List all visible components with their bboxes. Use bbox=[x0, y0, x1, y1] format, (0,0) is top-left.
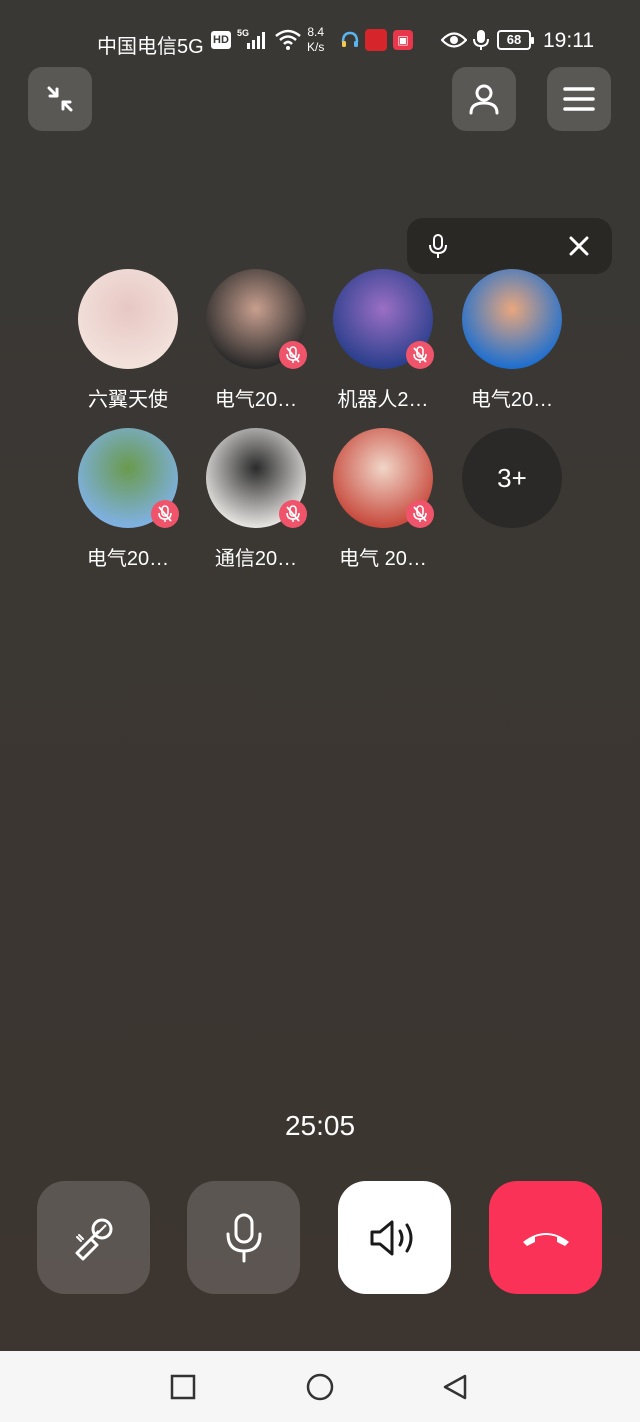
mic-status-icon bbox=[473, 30, 489, 50]
participant-item[interactable]: 电气20… bbox=[193, 269, 319, 419]
speaker-icon bbox=[370, 1220, 412, 1255]
muted-mic-icon bbox=[151, 500, 179, 528]
hd-badge: HD bbox=[211, 31, 231, 49]
phone-hangup-icon bbox=[522, 1232, 569, 1246]
avatar[interactable] bbox=[462, 269, 562, 369]
clock: 19:11 bbox=[543, 29, 594, 52]
more-participants-button[interactable]: 3+ bbox=[449, 428, 575, 578]
muted-mic-icon bbox=[406, 500, 434, 528]
home-icon[interactable] bbox=[306, 1373, 334, 1401]
microphone-toggle-button[interactable] bbox=[187, 1181, 300, 1294]
participant-name: 电气20… bbox=[214, 389, 298, 411]
recent-apps-icon[interactable] bbox=[169, 1373, 197, 1401]
participant-name: 电气 20… bbox=[339, 548, 427, 570]
mic-icon bbox=[429, 234, 447, 258]
minimize-button[interactable] bbox=[28, 67, 92, 131]
more-count: 3+ bbox=[462, 428, 562, 528]
avatar[interactable] bbox=[78, 269, 178, 369]
headset-app-icon bbox=[341, 31, 359, 47]
add-member-button[interactable] bbox=[452, 67, 516, 131]
carrier-label: 中国电信5G bbox=[97, 36, 204, 58]
app-notification-icon bbox=[365, 29, 387, 51]
magic-wand-icon bbox=[75, 1218, 112, 1260]
person-icon bbox=[469, 84, 499, 115]
speaker-toggle-button[interactable] bbox=[338, 1181, 451, 1294]
signal-icon bbox=[247, 32, 265, 49]
menu-button[interactable] bbox=[547, 67, 611, 131]
book-app-icon: ▣ bbox=[393, 30, 413, 50]
participant-name: 机器人2… bbox=[337, 389, 429, 411]
speaking-indicator bbox=[407, 218, 612, 274]
participant-item[interactable]: 机器人2… bbox=[320, 269, 446, 419]
muted-mic-icon bbox=[279, 341, 307, 369]
participant-item[interactable]: 电气20… bbox=[449, 269, 575, 419]
call-timer: 25:05 bbox=[284, 1110, 356, 1141]
speed-value: 8.4 bbox=[307, 25, 325, 39]
participant-name: 通信20… bbox=[214, 548, 298, 570]
hamburger-icon bbox=[563, 87, 595, 111]
participant-name: 六翼天使 bbox=[88, 389, 168, 411]
voice-effect-button[interactable] bbox=[37, 1181, 150, 1294]
eye-icon bbox=[441, 32, 467, 48]
minimize-icon bbox=[47, 86, 73, 112]
status-bar: 中国电信5G HD 5G 8.4 K/s ▣ 68 19:11 bbox=[0, 0, 640, 80]
muted-mic-icon bbox=[406, 341, 434, 369]
participant-item[interactable]: 通信20… bbox=[193, 428, 319, 578]
hang-up-button[interactable] bbox=[489, 1181, 602, 1294]
wifi-icon bbox=[275, 29, 301, 50]
microphone-icon bbox=[226, 1213, 261, 1262]
network-speed: 8.4 K/s bbox=[307, 25, 324, 55]
speed-unit: K/s bbox=[307, 40, 325, 54]
participant-item[interactable]: 电气20… bbox=[65, 428, 191, 578]
participant-item[interactable]: 电气 20… bbox=[320, 428, 446, 578]
participant-name: 电气20… bbox=[86, 548, 170, 570]
system-navigation-bar bbox=[0, 1351, 640, 1422]
participant-item[interactable]: 六翼天使 bbox=[65, 269, 191, 419]
close-icon[interactable] bbox=[567, 234, 591, 258]
back-icon[interactable] bbox=[441, 1373, 469, 1401]
participant-name: 电气20… bbox=[470, 389, 554, 411]
battery-indicator: 68 bbox=[497, 30, 534, 50]
muted-mic-icon bbox=[279, 500, 307, 528]
